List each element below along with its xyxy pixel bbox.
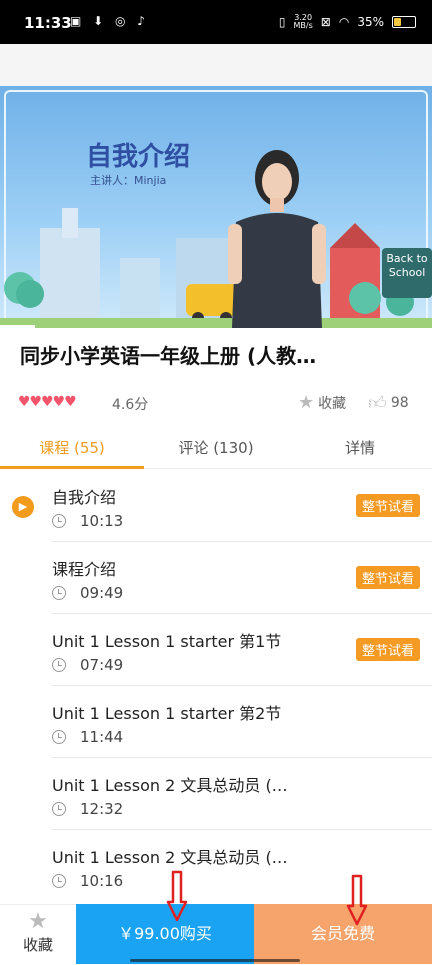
- trial-button[interactable]: 整节试看: [355, 494, 420, 517]
- clock-icon: [52, 730, 66, 744]
- trial-button[interactable]: 整节试看: [355, 638, 420, 661]
- sign-line-1: Back to: [386, 252, 428, 265]
- vibrate-icon: ▯: [278, 15, 286, 29]
- play-icon: ▶: [12, 496, 34, 518]
- lesson-duration: 09:49: [80, 584, 124, 602]
- battery-icon: [392, 16, 416, 28]
- bottom-favorite-label: 收藏: [22, 936, 53, 954]
- battery-percent: 35%: [357, 15, 384, 29]
- back-to-school-sign: Back to School: [382, 248, 432, 298]
- rating-hearts: ♥♥♥♥♥: [18, 394, 77, 410]
- like-count: 98: [390, 395, 409, 411]
- status-right: ▯ 3.20 MB/s ⊠ ◠ 35%: [279, 14, 416, 30]
- list-item[interactable]: Unit 1 Lesson 1 starter 第1节 07:49 整节试看: [0, 614, 432, 686]
- list-item[interactable]: Unit 1 Lesson 1 starter 第2节 11:44: [0, 686, 432, 758]
- lesson-name: Unit 1 Lesson 2 文具总动员 (…: [52, 848, 288, 867]
- trial-button[interactable]: 整节试看: [355, 566, 420, 589]
- wifi-icon: ◠: [338, 15, 350, 29]
- course-title: 同步小学英语一年级上册 (人教…: [20, 344, 317, 368]
- lesson-list: ▶ 自我介绍 10:13 整节试看 课程介绍 09:49 整节试看 Unit 1…: [0, 470, 432, 904]
- lesson-duration: 12:32: [80, 800, 124, 818]
- rating-row: ♥♥♥♥♥ 4.6分 ★ 收藏 👍︎ 98: [18, 390, 418, 416]
- clock-time: 11:33: [24, 14, 72, 32]
- annotation-arrow-down-icon: [346, 874, 368, 926]
- list-item[interactable]: 课程介绍 09:49 整节试看: [0, 542, 432, 614]
- buy-button[interactable]: ￥99.00购买: [76, 904, 254, 964]
- sign-line-2: School: [388, 266, 426, 279]
- city-illustration: [0, 208, 432, 328]
- like-button[interactable]: 👍︎ 98: [368, 392, 409, 414]
- lesson-name: Unit 1 Lesson 1 starter 第1节: [52, 632, 282, 651]
- favorite-label: 收藏: [318, 395, 347, 412]
- net-speed: 3.20 MB/s: [294, 14, 313, 30]
- tab-bar: 课程 (55) 评论 (130) 详情: [0, 432, 432, 469]
- lesson-duration: 10:13: [80, 512, 124, 530]
- annotation-arrow-down-icon: [166, 870, 188, 922]
- net-speed-unit: MB/s: [293, 21, 313, 30]
- tab-comments[interactable]: 评论 (130): [144, 432, 288, 466]
- bottom-favorite-button[interactable]: ★ 收藏: [0, 904, 76, 965]
- video-player[interactable]: 自我介绍 主讲人：Minjia Back to School: [0, 86, 432, 328]
- clock-icon: [52, 586, 66, 600]
- top-bar: [0, 44, 432, 86]
- lesson-duration: 10:16: [80, 872, 124, 890]
- lesson-name: Unit 1 Lesson 2 文具总动员 (…: [52, 776, 288, 795]
- vip-free-button[interactable]: 会员免费: [254, 904, 432, 964]
- clock-icon: [52, 658, 66, 672]
- clock-icon: [52, 802, 66, 816]
- slide-title: 自我介绍: [86, 142, 191, 172]
- lesson-name: Unit 1 Lesson 1 starter 第2节: [52, 704, 282, 723]
- status-bar: 11:33 ▣ ⬇ ◎ ♪ ▯ 3.20 MB/s ⊠ ◠ 35%: [0, 0, 432, 44]
- star-icon: ★: [28, 909, 48, 934]
- lesson-name: 课程介绍: [52, 560, 117, 579]
- tab-details[interactable]: 详情: [288, 432, 432, 466]
- list-item[interactable]: Unit 1 Lesson 2 文具总动员 (… 12:32: [0, 758, 432, 830]
- notification-icons: ▣ ⬇ ◎ ♪: [70, 14, 149, 28]
- thumbs-up-icon: 👍︎: [368, 393, 387, 414]
- favorite-button[interactable]: ★ 收藏: [298, 392, 346, 413]
- list-item[interactable]: ▶ 自我介绍 10:13 整节试看: [0, 470, 432, 542]
- lesson-duration: 11:44: [80, 728, 124, 746]
- tab-course[interactable]: 课程 (55): [0, 432, 144, 466]
- sim-icon: ⊠: [320, 15, 331, 29]
- home-indicator: [130, 959, 300, 962]
- teacher-figure: [228, 150, 326, 328]
- clock-icon: [52, 874, 66, 888]
- lesson-name: 自我介绍: [52, 488, 117, 507]
- slide-presenter: 主讲人：Minjia: [90, 174, 167, 187]
- clock-icon: [52, 514, 66, 528]
- rating-score: 4.6分: [112, 397, 149, 413]
- lesson-duration: 07:49: [80, 656, 124, 674]
- video-progress[interactable]: [0, 325, 35, 328]
- tab-active-indicator: [0, 466, 144, 469]
- star-icon: ★: [298, 392, 315, 413]
